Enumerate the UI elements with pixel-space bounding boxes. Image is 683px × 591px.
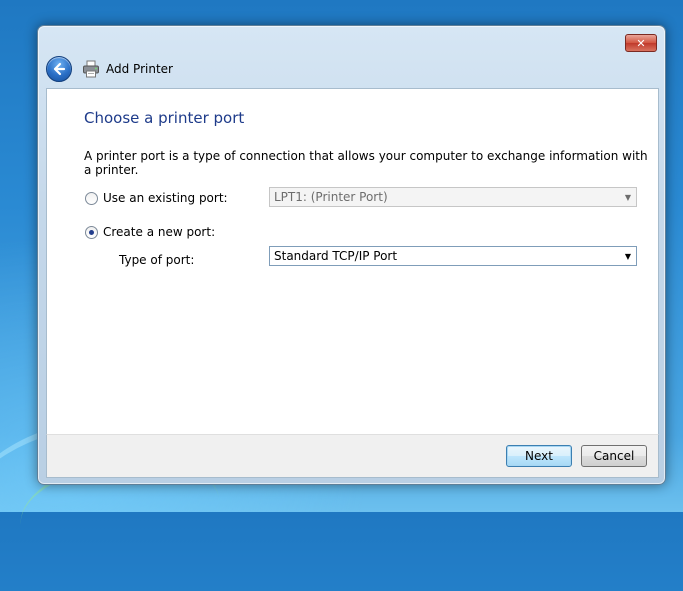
window-title: Add Printer [106,62,173,76]
create-new-port-label: Create a new port: [103,225,216,239]
chevron-down-icon: ▼ [624,251,632,261]
use-existing-port-option[interactable]: Use an existing port: [85,191,228,205]
dialog-header: Add Printer [46,56,173,82]
next-button[interactable]: Next [506,445,572,467]
printer-icon [83,60,99,78]
page-title: Choose a printer port [84,109,245,127]
use-existing-port-label: Use an existing port: [103,191,228,205]
close-button[interactable]: ✕ [625,34,657,52]
cancel-button[interactable]: Cancel [581,445,647,467]
use-existing-port-radio[interactable] [85,191,98,205]
port-type-dropdown[interactable]: Standard TCP/IP Port ▼ [269,246,637,266]
add-printer-dialog: ✕ Add Printer Choose a printer port A pr… [37,25,666,485]
create-new-port-radio[interactable] [85,225,98,239]
content-panel: Choose a printer port A printer port is … [46,88,659,436]
port-type-value: Standard TCP/IP Port [274,249,398,263]
page-description: A printer port is a type of connection t… [84,149,648,177]
back-arrow-icon [53,62,66,76]
existing-port-dropdown: LPT1: (Printer Port) ▼ [269,187,637,207]
chevron-down-icon: ▼ [624,192,632,202]
back-button[interactable] [46,56,72,82]
dialog-footer: Next Cancel [46,434,659,478]
existing-port-value: LPT1: (Printer Port) [274,190,388,204]
type-of-port-label: Type of port: [119,253,195,267]
create-new-port-option[interactable]: Create a new port: [85,225,215,239]
close-icon: ✕ [636,36,646,50]
